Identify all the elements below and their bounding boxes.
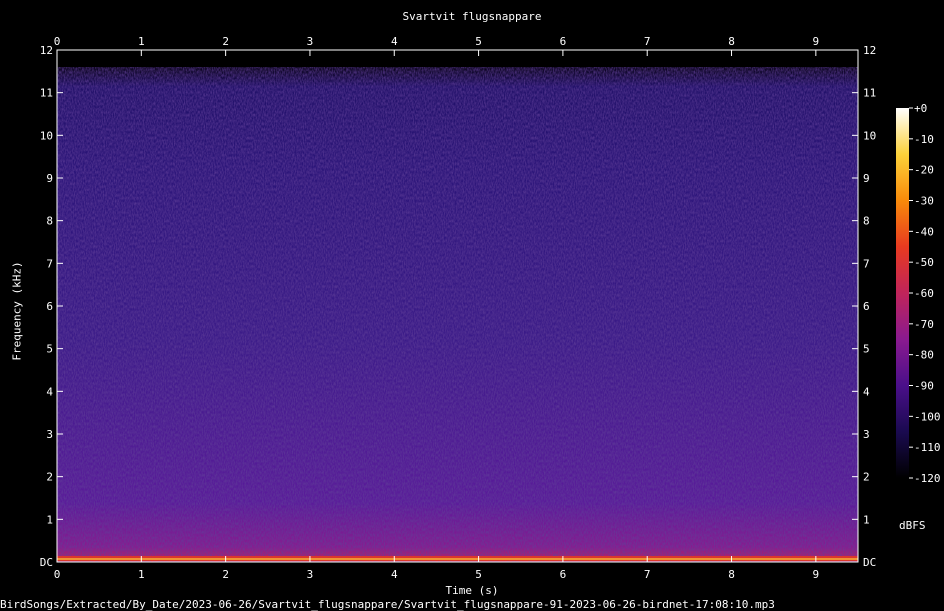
x-tick-label-top: 2	[222, 35, 229, 48]
y-tick-label-right: 3	[863, 428, 870, 441]
colorbar-tick-label: -80	[914, 349, 934, 362]
y-tick-label-right: 1	[863, 513, 870, 526]
y-tick-label-left: 2	[46, 471, 53, 484]
y-tick-label-left: 11	[40, 87, 53, 100]
y-tick-label-right: 4	[863, 385, 870, 398]
y-tick-label-left: 4	[46, 385, 53, 398]
colorbar-tick: -30	[909, 195, 934, 208]
y-tick-label-right: 9	[863, 172, 870, 185]
colorbar-tick-label: -100	[914, 410, 941, 423]
x-tick-label-bottom: 2	[222, 568, 229, 581]
colorbar-tick: -80	[909, 349, 934, 362]
x-tick-label-top: 1	[138, 35, 145, 48]
colorbar-tick-label: -20	[914, 164, 934, 177]
colorbar-tick: -110	[909, 441, 941, 454]
colorbar-tick: -20	[909, 164, 934, 177]
x-tick-label-bottom: 7	[644, 568, 651, 581]
colorbar-tick-label: -90	[914, 380, 934, 393]
y-tick-label-left: 9	[46, 172, 53, 185]
colorbar-tick-label: -50	[914, 256, 934, 269]
x-tick-label-bottom: 5	[475, 568, 482, 581]
x-tick-label-top: 5	[475, 35, 482, 48]
colorbar-tick: -10	[909, 133, 934, 146]
x-tick-label-top: 6	[560, 35, 567, 48]
spectrogram-chart: 00112233445566778899DC DC1 12 23 34 45 56 67 78 8…	[40, 35, 941, 581]
y-tick-label-right: 5	[863, 343, 870, 356]
colorbar-tick-label: -30	[914, 195, 934, 208]
y-tick-label-right: DC	[863, 556, 876, 569]
x-tick-label-top: 8	[728, 35, 735, 48]
x-tick-label-top: 4	[391, 35, 398, 48]
y-tick-label-left: 12	[40, 44, 53, 57]
colorbar-tick: -50	[909, 256, 934, 269]
x-tick-label-bottom: 1	[138, 568, 145, 581]
spectrogram-noise	[57, 67, 858, 563]
y-tick-label-left: 10	[40, 129, 53, 142]
y-tick-label-left: 1	[46, 513, 53, 526]
y-tick-label-right: 12	[863, 44, 876, 57]
colorbar-tick-label: -120	[914, 472, 941, 485]
y-tick-label-right: 2	[863, 471, 870, 484]
colorbar-tick-label: -110	[914, 441, 941, 454]
y-tick-label-left: 8	[46, 215, 53, 228]
colorbar-tick: -90	[909, 380, 934, 393]
y-tick-label-right: 7	[863, 257, 870, 270]
y-tick-label-left: 3	[46, 428, 53, 441]
spectrogram-area	[57, 50, 858, 563]
x-tick-label-top: 0	[54, 35, 61, 48]
x-tick-label-bottom: 4	[391, 568, 398, 581]
colorbar-tick: -100	[909, 410, 941, 423]
x-tick-label-top: 3	[307, 35, 314, 48]
colorbar-tick-label: +0	[914, 102, 927, 115]
y-tick-label-right: 10	[863, 129, 876, 142]
y-tick-label-left: 5	[46, 343, 53, 356]
y-tick-label-left: DC	[40, 556, 53, 569]
colorbar-bar	[896, 108, 909, 478]
colorbar-tick-label: -60	[914, 287, 934, 300]
x-tick-label-bottom: 6	[560, 568, 567, 581]
colorbar: +0 -10 -20 -30 -40 -50 -60 -70 -80 -90 -100 -110 -12…	[896, 102, 941, 485]
x-tick-label-bottom: 0	[54, 568, 61, 581]
x-tick-label-bottom: 3	[307, 568, 314, 581]
x-tick-label-top: 7	[644, 35, 651, 48]
colorbar-tick: -60	[909, 287, 934, 300]
colorbar-tick-label: -10	[914, 133, 934, 146]
x-tick-label-top: 9	[813, 35, 820, 48]
x-tick-label-bottom: 9	[813, 568, 820, 581]
y-tick-label-right: 6	[863, 300, 870, 313]
y-tick-label-right: 8	[863, 215, 870, 228]
colorbar-tick-label: -40	[914, 225, 934, 238]
colorbar-tick: -120	[909, 472, 941, 485]
y-tick-label-left: 7	[46, 257, 53, 270]
colorbar-tick: -40	[909, 225, 934, 238]
x-tick-label-bottom: 8	[728, 568, 735, 581]
colorbar-tick: -70	[909, 318, 934, 331]
colorbar-tick-label: -70	[914, 318, 934, 331]
colorbar-tick: +0	[909, 102, 927, 115]
y-tick-label-left: 6	[46, 300, 53, 313]
y-tick-label-right: 11	[863, 87, 876, 100]
dc-energy-core	[57, 558, 858, 560]
